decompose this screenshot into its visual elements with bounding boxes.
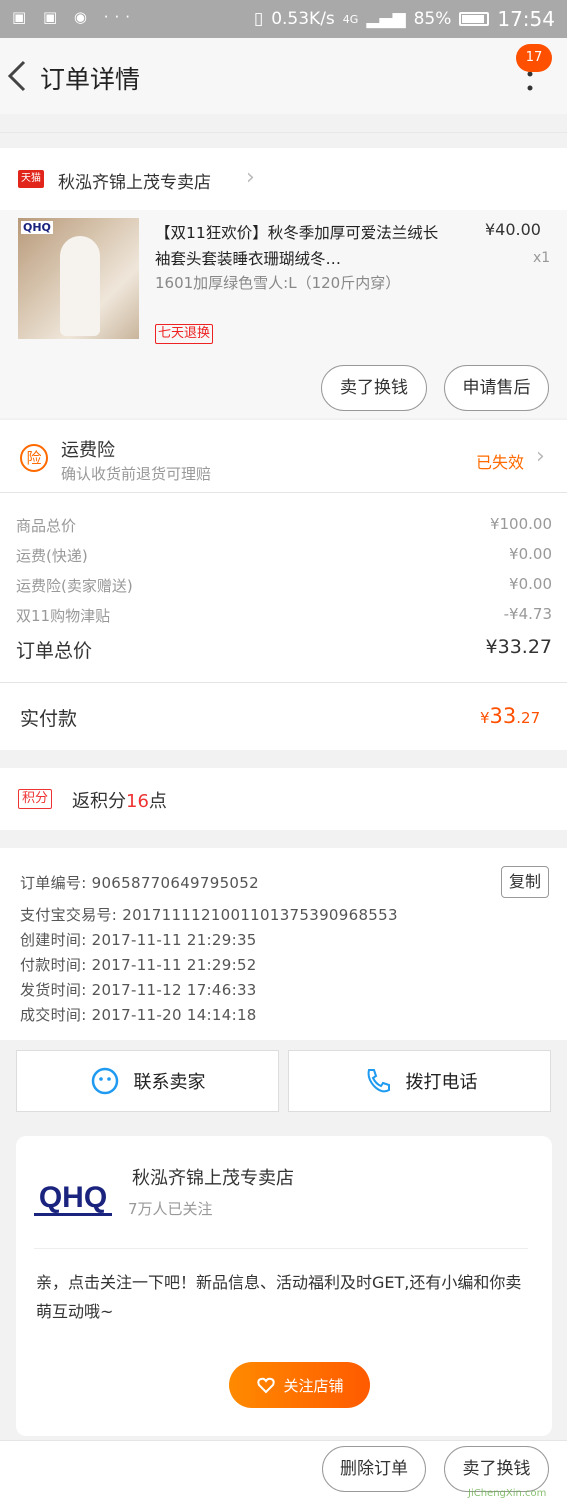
chat-face-icon	[91, 1067, 118, 1095]
created-time: 创建时间: 2017-11-11 21:29:35	[20, 931, 257, 949]
return-policy-tag: 七天退换	[155, 324, 214, 344]
vibrate-icon: ▯	[253, 9, 264, 29]
product-sku: 1601加厚绿色雪人:L（120斤内穿）	[155, 274, 401, 292]
contact-seller-button[interactable]: 联系卖家	[16, 1050, 279, 1112]
signal-type: 4G	[342, 12, 359, 26]
shipped-time: 发货时间: 2017-11-12 17:46:33	[20, 981, 257, 999]
back-button[interactable]	[6, 58, 30, 98]
paid-amount: ¥33.27	[480, 704, 541, 728]
product-title: 【双11狂欢价】秋冬季加厚可爱法兰绒长袖套头套装睡衣珊瑚绒冬…	[155, 224, 439, 268]
product-price: ¥40.00	[485, 220, 541, 239]
shop-followers: 7万人已关注	[128, 1200, 213, 1218]
tmall-badge: 天猫	[18, 170, 44, 188]
status-bar: ▣ ▣ ◉ ··· ▯ 0.53K/s 4G ▂▄▆ 85% 17:54	[0, 0, 567, 38]
fee-row: 商品总价 ¥100.00	[16, 515, 552, 535]
shop-card-message: 亲，点击关注一下吧！新品信息、活动福利及时GET,还有小编和你卖萌互动哦~	[36, 1273, 522, 1321]
phone-icon	[367, 1069, 390, 1093]
fee-row: 运费(快递) ¥0.00	[16, 545, 552, 565]
battery-percent: 85%	[413, 9, 452, 29]
battery-icon	[459, 12, 490, 26]
more-button[interactable]	[518, 70, 542, 92]
product-brand-logo: QHQ	[21, 221, 53, 234]
shop-card-name: 秋泓齐锦上茂专卖店	[132, 1168, 294, 1189]
sell-for-cash-button[interactable]: 卖了换钱	[321, 365, 427, 411]
sell-for-cash-button[interactable]: 卖了换钱	[444, 1446, 549, 1492]
fee-row: 运费险(卖家赠送) ¥0.00	[16, 575, 552, 595]
after-sale-button[interactable]: 申请售后	[444, 365, 549, 411]
product-image[interactable]: QHQ	[18, 218, 139, 339]
insurance-subtitle: 确认收货前退货可理赔	[61, 465, 212, 483]
points-text: 返积分16点	[72, 791, 167, 812]
notification-icons: ▣ ▣ ◉ ···	[12, 8, 137, 26]
follow-heart-icon	[257, 1377, 276, 1394]
divider	[0, 132, 567, 148]
copy-button[interactable]: 复制	[501, 866, 549, 898]
divider	[34, 1248, 528, 1249]
network-speed: 0.53K/s	[271, 9, 335, 29]
watermark: JiChengXin.com	[468, 1488, 547, 1499]
shop-logo[interactable]: QHQ	[34, 1167, 112, 1219]
page-title: 订单详情	[40, 65, 141, 94]
insurance-icon: 险	[20, 444, 48, 472]
signal-icon: ▂▄▆	[366, 9, 406, 29]
insurance-status: 已失效	[476, 453, 525, 472]
follow-shop-button[interactable]: 关注店铺	[229, 1362, 370, 1408]
chevron-left-icon	[7, 60, 26, 92]
order-total-row: 订单总价 ¥33.27	[16, 636, 552, 662]
alipay-trade-number: 支付宝交易号: 2017111121001101375390968553	[20, 906, 398, 924]
message-badge: 17	[516, 44, 552, 72]
fee-row: 双11购物津贴 -¥4.73	[16, 605, 552, 625]
call-seller-button[interactable]: 拨打电话	[288, 1050, 551, 1112]
completed-time: 成交时间: 2017-11-20 14:14:18	[20, 1006, 257, 1024]
delete-order-button[interactable]: 删除订单	[322, 1446, 426, 1492]
paid-label: 实付款	[20, 708, 78, 730]
chevron-right-icon: ›	[246, 165, 255, 190]
paid-time: 付款时间: 2017-11-11 21:29:52	[20, 956, 257, 974]
svg-text:QHQ: QHQ	[39, 1181, 107, 1214]
product-qty: x1	[533, 250, 551, 266]
order-number: 订单编号: 90658770649795052	[20, 874, 259, 892]
chevron-right-icon: ›	[536, 444, 545, 469]
points-tag: 积分	[18, 789, 53, 809]
insurance-title: 运费险	[61, 440, 115, 461]
shop-name[interactable]: 秋泓齐锦上茂专卖店	[58, 168, 211, 193]
vertical-dots-icon	[527, 71, 533, 91]
clock: 17:54	[497, 7, 555, 31]
